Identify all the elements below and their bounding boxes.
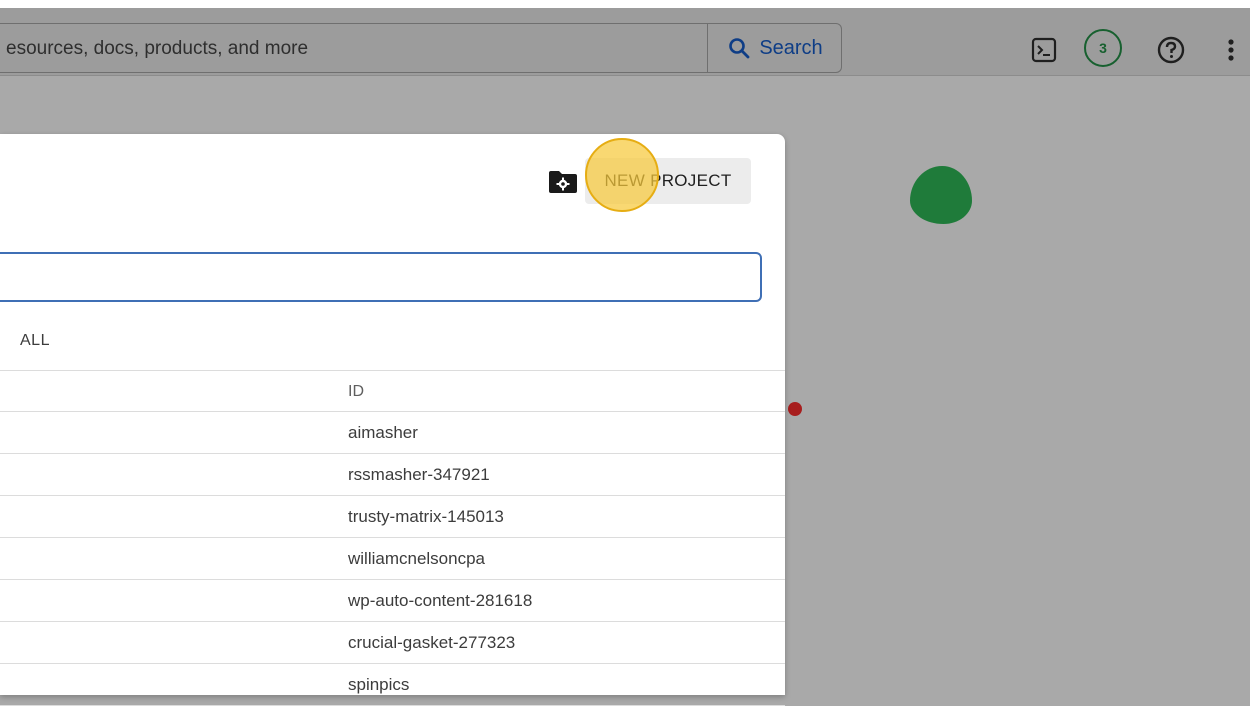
- table-row[interactable]: williamcnelsoncpa: [0, 538, 785, 580]
- help-icon: [1157, 36, 1185, 64]
- search-button[interactable]: Search: [707, 24, 842, 72]
- manage-resources-button[interactable]: [548, 170, 578, 194]
- table-row[interactable]: wp-auto-content-281618: [0, 580, 785, 622]
- table-header: ID: [0, 370, 785, 412]
- table-row[interactable]: rssmasher-347921: [0, 454, 785, 496]
- search-button-label: Search: [759, 36, 823, 59]
- table-row[interactable]: spinpics: [0, 664, 785, 706]
- new-project-button[interactable]: NEW PROJECT: [585, 158, 751, 204]
- project-search-input[interactable]: [0, 252, 762, 302]
- project-id: williamcnelsoncpa: [348, 549, 486, 568]
- column-header-id: ID: [348, 383, 364, 400]
- notifications-badge[interactable]: 3: [1084, 29, 1122, 67]
- project-id: aimasher: [348, 423, 418, 442]
- project-id: crucial-gasket-277323: [348, 633, 516, 652]
- help-button[interactable]: [1155, 34, 1187, 66]
- search-placeholder: esources, docs, products, and more: [6, 38, 309, 59]
- search-icon: [729, 38, 750, 59]
- more-vert-icon: [1228, 39, 1234, 61]
- project-table-body: aimasher rssmasher-347921 trusty-matrix-…: [0, 412, 785, 706]
- green-blob-decoration: [910, 166, 972, 224]
- global-search-field[interactable]: esources, docs, products, and more Searc…: [0, 23, 842, 73]
- project-id: wp-auto-content-281618: [348, 591, 533, 610]
- project-id: spinpics: [348, 675, 410, 694]
- select-project-dialog: NEW PROJECT ALL ID aimasher rssmasher-34…: [0, 134, 785, 706]
- project-id: rssmasher-347921: [348, 465, 490, 484]
- tab-all[interactable]: ALL: [20, 332, 50, 350]
- top-strip: [0, 0, 1250, 8]
- cloud-shell-button[interactable]: [1030, 36, 1058, 64]
- more-options-button[interactable]: [1222, 34, 1240, 66]
- top-app-bar: esources, docs, products, and more Searc…: [0, 8, 1250, 76]
- terminal-icon: [1031, 37, 1057, 63]
- table-row[interactable]: crucial-gasket-277323: [0, 622, 785, 664]
- red-dot-decoration: [788, 402, 802, 416]
- project-id: trusty-matrix-145013: [348, 507, 504, 526]
- table-row[interactable]: trusty-matrix-145013: [0, 496, 785, 538]
- table-row[interactable]: aimasher: [0, 412, 785, 454]
- folder-settings-icon: [549, 171, 577, 193]
